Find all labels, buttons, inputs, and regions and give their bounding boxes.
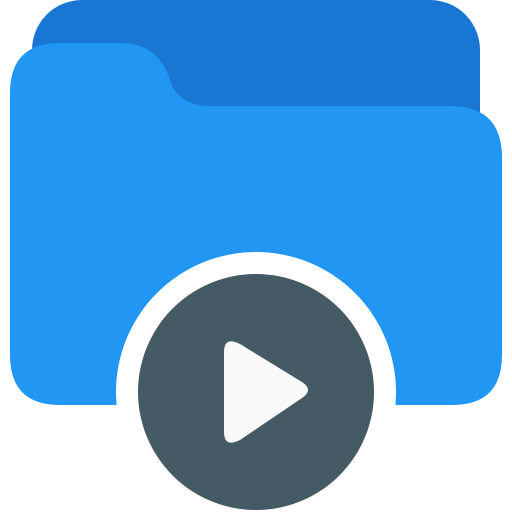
video-folder-graphic bbox=[10, 0, 502, 512]
video-folder-icon bbox=[0, 0, 512, 512]
